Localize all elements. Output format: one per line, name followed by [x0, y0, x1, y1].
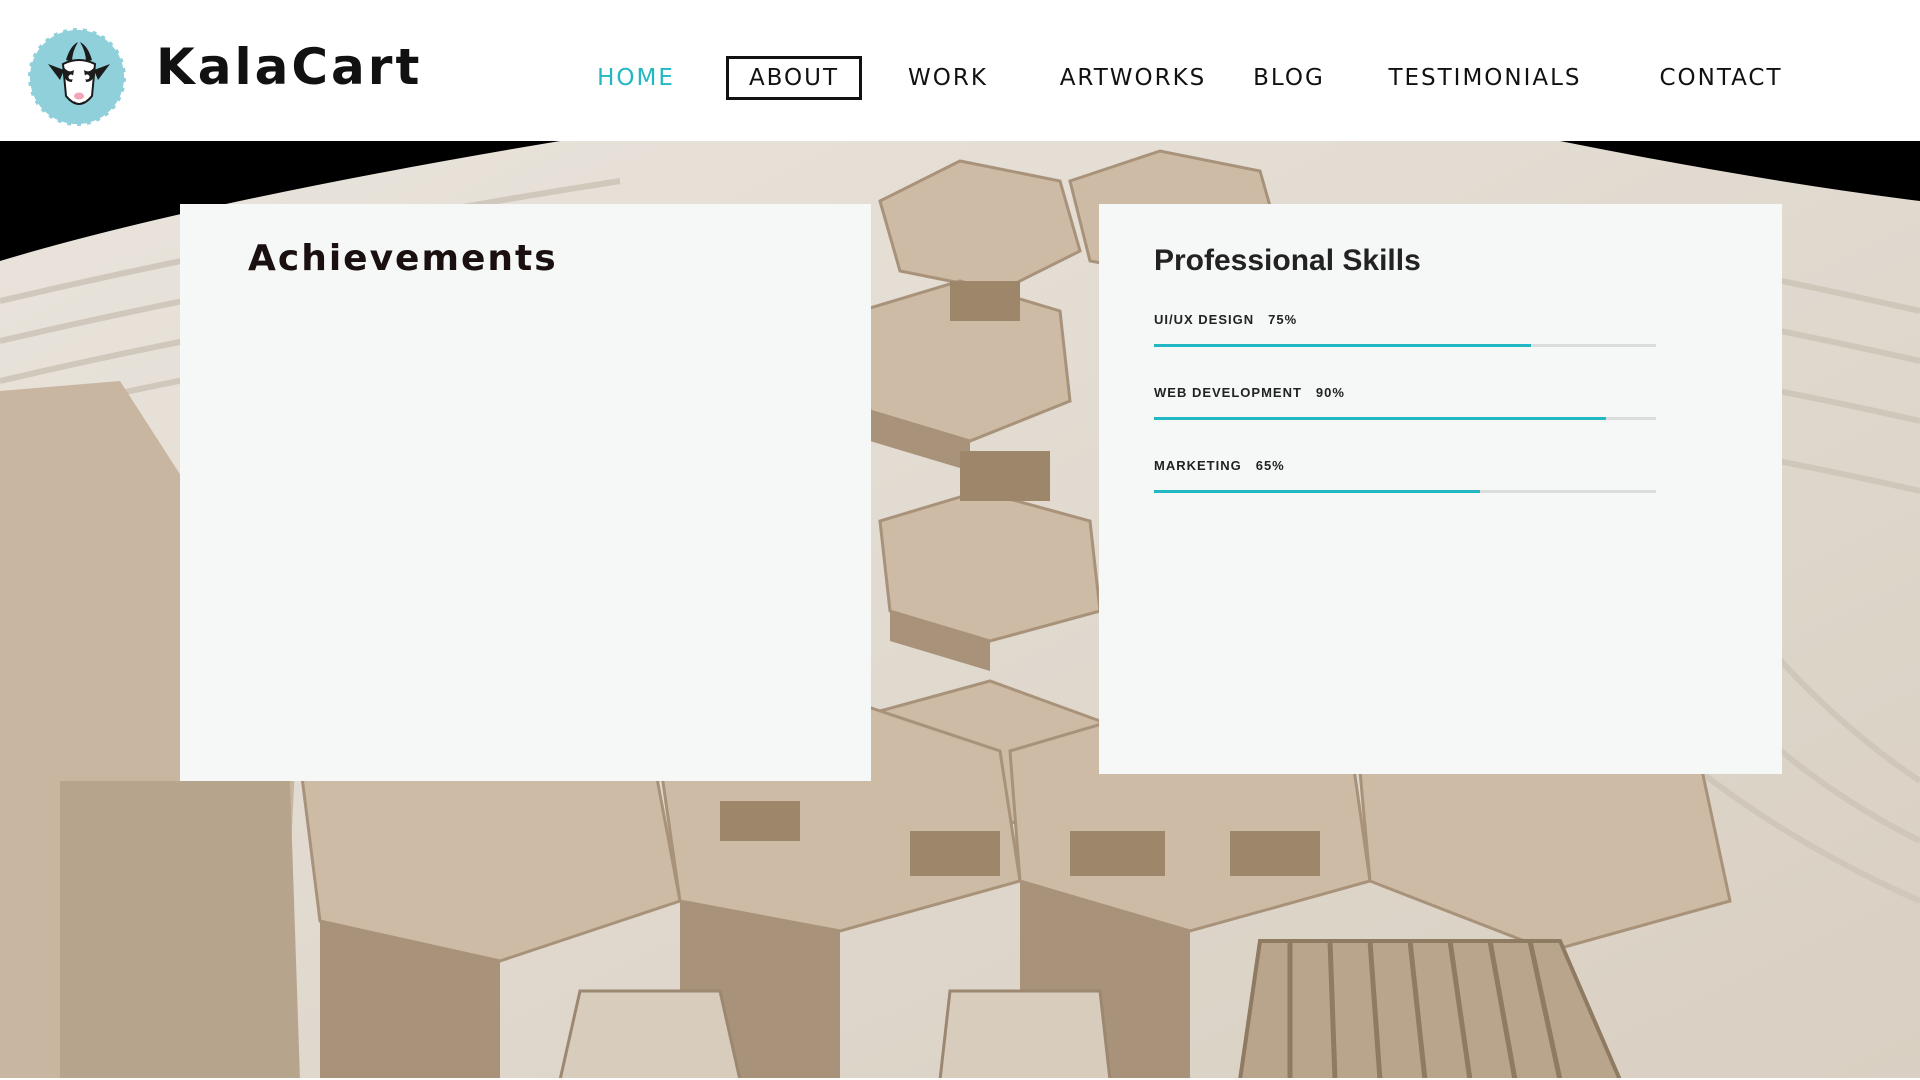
skill-item: UI/UX DESIGN 75%: [1154, 312, 1656, 347]
skill-percent: 90%: [1315, 385, 1345, 400]
site-header: KalaCart HOME ABOUT WORK ARTWORKS BLOG T…: [0, 0, 1920, 141]
nav-work[interactable]: WORK: [902, 56, 994, 100]
skills-title: Professional Skills: [1154, 244, 1421, 277]
nav-blog[interactable]: BLOG: [1250, 56, 1328, 100]
skill-progress-track: [1154, 344, 1656, 347]
goat-mascot-icon[interactable]: [28, 28, 126, 126]
skill-name: UI/UX DESIGN: [1154, 312, 1255, 327]
skill-label: UI/UX DESIGN 75%: [1154, 312, 1656, 327]
brand-name[interactable]: KalaCart: [156, 38, 422, 96]
skill-progress-fill: [1154, 417, 1606, 420]
nav-artworks[interactable]: ARTWORKS: [1057, 56, 1209, 100]
skill-item: WEB DEVELOPMENT 90%: [1154, 385, 1656, 420]
skill-item: MARKETING 65%: [1154, 458, 1656, 493]
skill-progress-fill: [1154, 490, 1481, 493]
skill-percent: 75%: [1268, 312, 1298, 327]
skill-label: MARKETING 65%: [1154, 458, 1656, 473]
skill-label: WEB DEVELOPMENT 90%: [1154, 385, 1656, 400]
skill-name: MARKETING: [1154, 458, 1242, 473]
skill-progress-track: [1154, 490, 1656, 493]
nav-testimonials[interactable]: TESTIMONIALS: [1382, 56, 1588, 100]
skill-progress-track: [1154, 417, 1656, 420]
nav-home[interactable]: HOME: [591, 56, 681, 100]
nav-contact[interactable]: CONTACT: [1656, 56, 1786, 100]
achievements-card: Achievements: [180, 204, 871, 781]
nav-about[interactable]: ABOUT: [726, 56, 862, 100]
skill-name: WEB DEVELOPMENT: [1154, 385, 1302, 400]
skills-card: Professional Skills UI/UX DESIGN 75% WEB …: [1099, 204, 1782, 774]
achievements-title: Achievements: [248, 238, 558, 279]
skill-percent: 65%: [1255, 458, 1285, 473]
skill-progress-fill: [1154, 344, 1531, 347]
